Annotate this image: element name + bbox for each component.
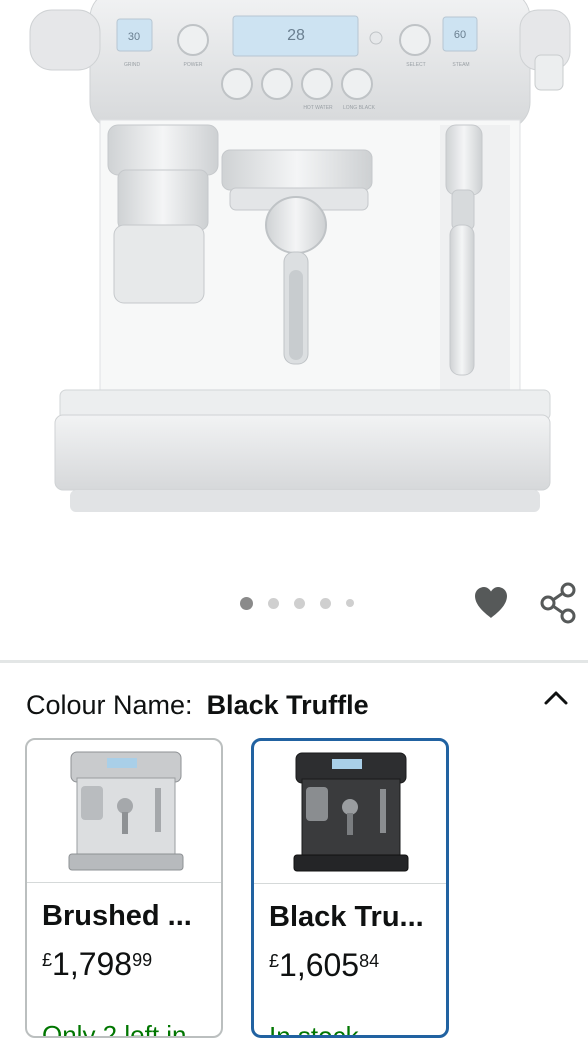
section-divider [0,660,588,663]
carousel-dot-3[interactable] [294,597,305,609]
colour-name-label: Colour Name: [26,690,193,720]
carousel-dot-4[interactable] [320,597,331,609]
price-fraction: 84 [359,951,380,971]
swatch-thumbnail [254,741,446,884]
currency-symbol: £ [42,950,53,970]
price-whole: 1,605 [279,947,360,983]
colour-option-brushed[interactable]: Brushed ... £1,79899 Only 2 left in [25,738,223,1038]
price-fraction: 99 [132,950,153,970]
heart-icon [475,587,507,618]
share-icon [540,582,576,624]
carousel-dot-5[interactable] [346,599,354,607]
colour-option-black-truffle[interactable]: Black Tru... £1,60584 In stock [251,738,449,1038]
price-whole: 1,798 [52,946,133,982]
grind-display: 30 [128,31,140,43]
image-carousel-indicator [240,595,354,611]
add-to-wishlist-button[interactable] [471,583,511,623]
colour-collapse-toggle[interactable] [540,682,572,714]
chevron-up-icon [544,691,568,705]
brushed-machine-thumbnail [68,751,184,871]
currency-symbol: £ [269,951,280,971]
product-image-carousel[interactable]: 30 28 60 GRIND POWER SELECT STEAM HOT WA… [0,0,588,560]
selected-colour-value: Black Truffle [206,690,369,720]
share-button[interactable] [539,581,579,625]
carousel-dot-2[interactable] [268,597,279,609]
colour-option-price: £1,79899 [42,946,152,983]
swatch-thumbnail [27,740,221,883]
espresso-machine-image: 30 28 60 GRIND POWER SELECT STEAM HOT WA… [29,0,571,512]
availability-text: Only 2 left in [42,1020,187,1038]
steam-display: 60 [454,29,466,41]
colour-option-price: £1,60584 [269,947,379,984]
select-label: SELECT [406,62,425,68]
black-truffle-machine-thumbnail [293,752,409,872]
colour-option-name: Brushed ... [42,900,192,932]
long-black-label: LONG BLACK [343,105,376,111]
hot-water-label: HOT WATER [303,105,333,111]
steam-label: STEAM [452,62,469,68]
power-label: POWER [184,62,203,68]
colour-option-name: Black Tru... [269,901,424,933]
main-display: 28 [287,27,305,44]
carousel-dot-1[interactable] [240,596,253,610]
colour-name-row: Colour Name: Black Truffle [26,686,369,724]
grind-label: GRIND [124,62,141,68]
